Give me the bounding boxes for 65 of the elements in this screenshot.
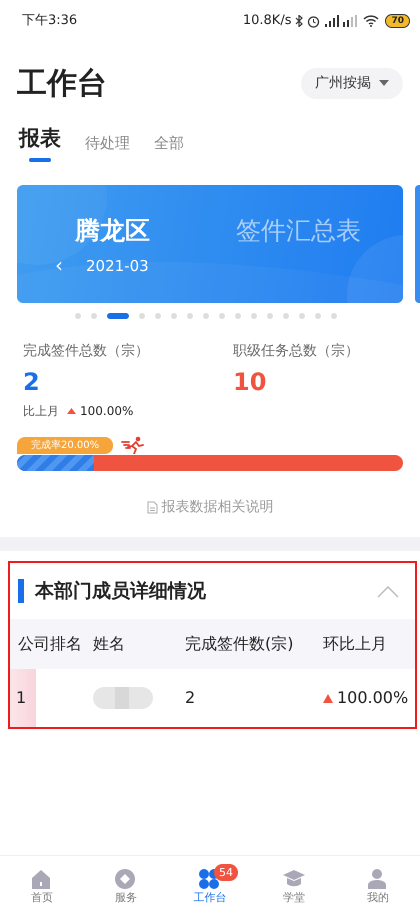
compare-label: 比上月 [23, 403, 59, 420]
bluetooth-icon [295, 15, 304, 27]
carousel-dot[interactable] [91, 313, 97, 319]
tab[interactable]: 报表 [19, 122, 61, 162]
alarm-icon [307, 14, 320, 28]
column-header: 完成签件数(宗) [185, 633, 294, 655]
carousel-dot[interactable] [315, 313, 321, 319]
status-time: 下午3:36 [22, 12, 78, 30]
district-title: 腾龙区 [75, 215, 150, 247]
completion-rate-badge: 完成率20.00% [17, 436, 114, 454]
report-notes-link[interactable]: 报表数据相关说明 [162, 496, 274, 518]
document-icon [146, 500, 158, 514]
up-triangle-icon [323, 694, 333, 702]
wifi-icon [363, 15, 380, 27]
column-header: 环比上月 [323, 633, 387, 655]
month-label: 2021-03 [86, 256, 149, 277]
home-icon [31, 868, 53, 890]
tab[interactable]: 全部 [154, 132, 184, 162]
carousel-dot[interactable] [299, 313, 305, 319]
up-triangle-icon [67, 408, 76, 414]
section-title: 本部门成员详细情况 [35, 578, 206, 604]
signal-icon [343, 15, 358, 27]
carousel-dot[interactable] [139, 313, 145, 319]
rank-cell: 1 [10, 669, 36, 727]
signal-icon [325, 15, 340, 27]
carousel-dot[interactable] [283, 313, 289, 319]
carousel-dot[interactable] [171, 313, 177, 319]
chevron-up-icon [377, 586, 399, 598]
battery-indicator: 70 [385, 14, 410, 28]
report-name: 签件汇总表 [236, 215, 361, 247]
change-cell-text: 100.00% [337, 687, 408, 709]
carousel-dot[interactable] [187, 313, 193, 319]
stat-label: 职级任务总数（宗） [233, 342, 359, 361]
caret-icon [379, 80, 389, 86]
carousel-dot[interactable] [235, 313, 241, 319]
stat-label: 完成签件总数（宗） [23, 342, 150, 361]
nav-tab[interactable]: 首页 [0, 868, 84, 907]
previous-month-button[interactable]: ‹ [55, 251, 63, 279]
column-header: 公司排名 [17, 633, 83, 655]
region-dropdown[interactable]: 广州按揭 [301, 68, 403, 98]
carousel-dot[interactable] [331, 313, 337, 319]
person-icon [367, 868, 389, 890]
accent-bar [18, 579, 24, 603]
network-speed: 10.8K/s [242, 12, 292, 30]
count-cell-text: 2 [185, 687, 196, 709]
carousel-dot[interactable] [251, 313, 257, 319]
carousel-dot[interactable] [267, 313, 273, 319]
blurred-name [93, 685, 153, 711]
runner-icon [121, 436, 146, 454]
stat-value: 2 [23, 367, 41, 398]
tab[interactable]: 待处理 [85, 132, 130, 162]
nav-tab[interactable]: 我的 [336, 868, 420, 907]
carousel-dot[interactable] [203, 313, 209, 319]
carousel-dot[interactable] [155, 313, 161, 319]
carousel-dot[interactable] [219, 313, 225, 319]
nav-tab[interactable]: 服务 [84, 868, 168, 907]
notification-badge: 54 [214, 864, 238, 880]
stat-value: 10 [233, 367, 268, 398]
page-title: 工作台 [17, 64, 107, 102]
nav-tab[interactable]: 学堂 [252, 868, 336, 907]
compare-value: 100.00% [80, 403, 134, 420]
column-header: 姓名 [93, 633, 126, 655]
report-banner[interactable]: 腾龙区 签件汇总表 ‹ 2021-03 [17, 185, 403, 303]
diamond-coin-icon [115, 868, 137, 890]
carousel-dot[interactable] [75, 313, 81, 319]
